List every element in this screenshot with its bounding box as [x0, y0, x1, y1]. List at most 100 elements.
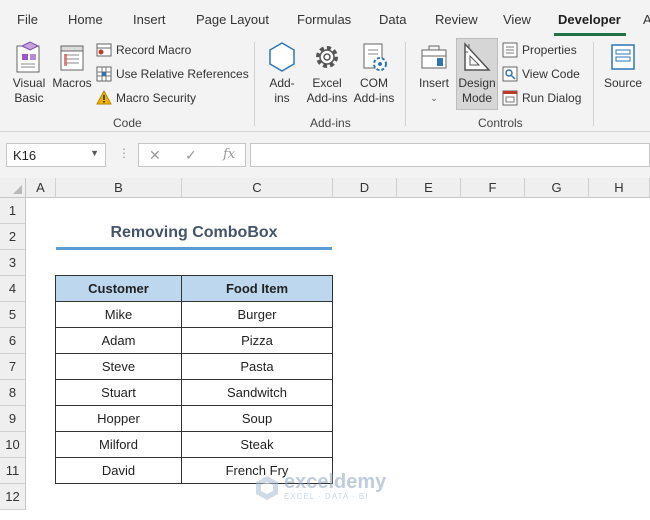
design-mode-label-1: Design	[458, 76, 496, 90]
column-header-e[interactable]: E	[397, 178, 461, 198]
com-add-ins-label-2: Add-ins	[353, 91, 395, 105]
column-header-f[interactable]: F	[461, 178, 525, 198]
table-row: Hopper Soup	[55, 405, 333, 432]
table-row: Steve Pasta	[55, 353, 333, 380]
properties-button[interactable]: Properties	[502, 40, 577, 60]
menu-bar: File Home Insert Page Layout Formulas Da…	[0, 0, 650, 36]
cell-food-item[interactable]: Sandwitch	[181, 379, 333, 406]
column-header-d[interactable]: D	[333, 178, 397, 198]
insert-control-label: Insert	[418, 76, 449, 90]
table-row: Mike Burger	[55, 301, 333, 328]
name-box-value: K16	[13, 148, 37, 163]
table-row: Adam Pizza	[55, 327, 333, 354]
column-header-h[interactable]: H	[589, 178, 650, 198]
add-ins-group-label: Add-ins	[310, 116, 351, 130]
cell-customer[interactable]: Mike	[55, 301, 182, 328]
tab-review[interactable]: Review	[435, 12, 478, 27]
macros-button[interactable]: Macros	[50, 40, 94, 91]
worksheet-grid[interactable]: A B C D E F G H 1 2 3 4 5 6 7 8 9 10 11 …	[0, 178, 650, 520]
group-separator	[593, 42, 594, 126]
row-header-1[interactable]: 1	[0, 198, 26, 224]
use-relative-references-button[interactable]: Use Relative References	[96, 64, 249, 84]
cell-food-item[interactable]: Burger	[181, 301, 333, 328]
more-icon[interactable]: ⋮	[118, 146, 131, 160]
column-header-c[interactable]: C	[182, 178, 333, 198]
design-mode-label-2: Mode	[461, 91, 493, 105]
add-ins-label-1: Add-	[269, 76, 295, 90]
tab-home[interactable]: Home	[68, 12, 103, 27]
cell-customer[interactable]: Milford	[55, 431, 182, 458]
cell-food-item[interactable]: Pizza	[181, 327, 333, 354]
column-header-g[interactable]: G	[525, 178, 589, 198]
row-header-2[interactable]: 2	[0, 224, 26, 250]
watermark: exceldemy EXCEL · DATA · BI	[254, 472, 386, 501]
cell-customer[interactable]: Steve	[55, 353, 182, 380]
add-ins-button[interactable]: Add- ins	[263, 40, 301, 106]
row-header-3[interactable]: 3	[0, 250, 26, 276]
design-mode-button[interactable]: Design Mode	[456, 40, 498, 106]
table-row: Stuart Sandwitch	[55, 379, 333, 406]
insert-control-button[interactable]: Insert ⌄	[415, 40, 453, 106]
header-customer[interactable]: Customer	[55, 275, 182, 302]
excel-add-ins-label-1: Excel	[312, 76, 342, 90]
tab-more[interactable]: A	[643, 12, 650, 27]
view-code-button[interactable]: View Code	[502, 64, 580, 84]
macro-security-button[interactable]: Macro Security	[96, 88, 196, 108]
row-header-11[interactable]: 11	[0, 458, 26, 484]
tab-data[interactable]: Data	[379, 12, 406, 27]
run-dialog-button[interactable]: Run Dialog	[502, 88, 581, 108]
row-header-9[interactable]: 9	[0, 406, 26, 432]
visual-basic-button[interactable]: Visual Basic	[6, 40, 52, 106]
title-underline	[56, 247, 332, 250]
select-all-button[interactable]	[0, 178, 26, 198]
formula-input[interactable]	[250, 143, 650, 167]
header-food-item[interactable]: Food Item	[181, 275, 333, 302]
column-header-b[interactable]: B	[56, 178, 182, 198]
insert-function-icon[interactable]: fx	[223, 147, 235, 162]
relative-references-icon	[96, 66, 112, 82]
source-button[interactable]: Source	[601, 40, 645, 91]
tab-view[interactable]: View	[503, 12, 531, 27]
row-header-8[interactable]: 8	[0, 380, 26, 406]
record-macro-button[interactable]: Record Macro	[96, 40, 191, 60]
tab-formulas[interactable]: Formulas	[297, 12, 351, 27]
row-header-10[interactable]: 10	[0, 432, 26, 458]
confirm-icon[interactable]: ✓	[185, 147, 197, 164]
visual-basic-label-2: Basic	[14, 91, 44, 105]
design-mode-icon	[464, 42, 491, 71]
watermark-name: exceldemy	[284, 471, 387, 493]
add-ins-icon	[269, 42, 295, 72]
visual-basic-icon	[16, 41, 40, 73]
cell-customer[interactable]: Stuart	[55, 379, 182, 406]
com-add-ins-icon	[363, 43, 387, 71]
cell-customer[interactable]: Hopper	[55, 405, 182, 432]
name-box[interactable]: K16 ▼	[6, 143, 106, 167]
cell-customer[interactable]: Adam	[55, 327, 182, 354]
chevron-down-icon[interactable]: ▼	[90, 148, 99, 158]
tab-insert[interactable]: Insert	[133, 12, 166, 27]
record-macro-icon	[96, 43, 112, 57]
com-add-ins-button[interactable]: COM Add-ins	[350, 40, 398, 106]
cell-food-item[interactable]: Soup	[181, 405, 333, 432]
formula-buttons: ✕ ✓ fx	[138, 143, 246, 167]
cell-food-item[interactable]: Pasta	[181, 353, 333, 380]
tab-page-layout[interactable]: Page Layout	[196, 12, 269, 27]
cancel-icon[interactable]: ✕	[149, 147, 161, 164]
row-header-5[interactable]: 5	[0, 302, 26, 328]
toolbox-icon	[421, 45, 447, 69]
tab-file[interactable]: File	[17, 12, 38, 27]
row-header-6[interactable]: 6	[0, 328, 26, 354]
row-header-7[interactable]: 7	[0, 354, 26, 380]
row-header-12[interactable]: 12	[0, 484, 26, 510]
group-separator	[254, 42, 255, 126]
excel-add-ins-button[interactable]: Excel Add-ins	[303, 40, 351, 106]
row-header-4[interactable]: 4	[0, 276, 26, 302]
cell-food-item[interactable]: Steak	[181, 431, 333, 458]
cell-customer[interactable]: David	[55, 457, 182, 484]
record-macro-label: Record Macro	[116, 43, 192, 57]
tab-developer[interactable]: Developer	[558, 12, 621, 27]
gear-icon	[316, 46, 338, 68]
column-header-a[interactable]: A	[26, 178, 56, 198]
properties-label: Properties	[522, 43, 577, 57]
view-code-label: View Code	[522, 67, 580, 81]
